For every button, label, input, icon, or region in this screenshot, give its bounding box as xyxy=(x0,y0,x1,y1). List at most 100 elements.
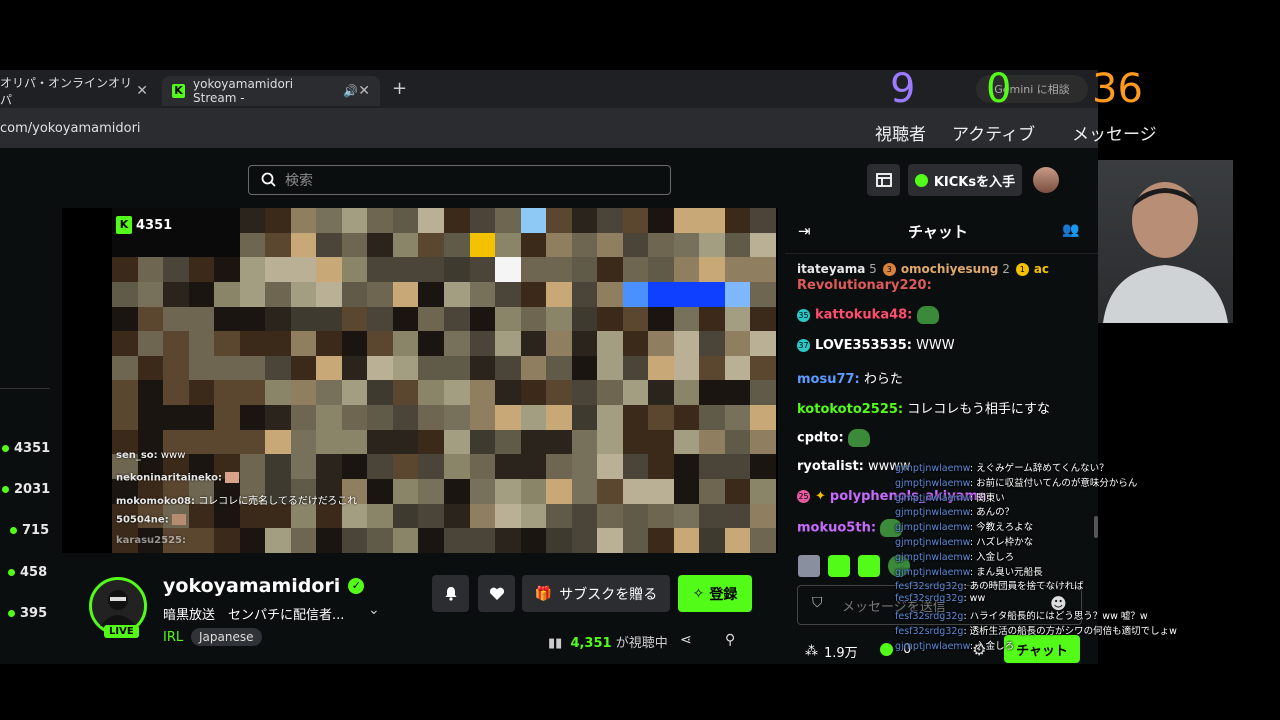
webcam-person-image xyxy=(1103,182,1228,323)
speaker-icon[interactable]: 🔊 xyxy=(343,84,358,98)
emote-icon[interactable] xyxy=(828,555,850,577)
mosaic-pixel xyxy=(724,528,751,553)
chat-message: Revolutionary220: xyxy=(797,278,932,292)
stat-active-value: 0 xyxy=(986,66,1012,112)
get-kicks-label: KICKsを入手 xyxy=(933,174,1016,190)
streamer-name[interactable]: yokoyamamidori ✓ xyxy=(163,575,365,597)
sidebar-viewer-count[interactable]: 4351 xyxy=(2,441,50,456)
mosaic-pixel xyxy=(265,208,291,233)
mosaic-pixel xyxy=(163,232,189,258)
collapse-chat-icon[interactable]: ⇥ xyxy=(798,222,811,240)
mosaic-pixel xyxy=(469,380,496,406)
close-icon[interactable]: ✕ xyxy=(358,83,370,99)
mosaic-pixel xyxy=(673,208,700,233)
share-icon[interactable]: ⋖ xyxy=(680,632,692,648)
mosaic-pixel xyxy=(188,281,215,307)
follow-button[interactable] xyxy=(478,575,515,612)
mosaic-pixel xyxy=(622,380,649,406)
stat-viewers-label: 視聴者 xyxy=(875,125,926,145)
chat-username[interactable]: ryotalist: xyxy=(797,459,864,474)
overlay-comment-user: gjmptjnwlaemw xyxy=(895,537,970,548)
chat-scrollbar[interactable] xyxy=(1094,516,1098,538)
chat-title: チャット xyxy=(908,223,968,241)
mosaic-pixel xyxy=(137,306,164,332)
mosaic-pixel xyxy=(341,331,368,356)
webcam-feed xyxy=(1098,160,1233,323)
mosaic-pixel xyxy=(367,281,393,307)
mosaic-pixel xyxy=(622,257,649,282)
chevron-down-icon[interactable]: ⌄ xyxy=(368,602,380,618)
close-icon[interactable]: ✕ xyxy=(136,83,148,99)
mosaic-pixel xyxy=(699,405,725,430)
mosaic-pixel xyxy=(520,208,547,233)
mosaic-pixel xyxy=(112,355,138,381)
mosaic-pixel xyxy=(418,405,444,430)
mosaic-pixel xyxy=(392,257,419,282)
sidebar-viewer-count[interactable]: 395 xyxy=(8,606,47,621)
mosaic-pixel xyxy=(520,281,547,307)
send-chat-button[interactable]: チャット xyxy=(1004,635,1080,663)
live-dot-icon xyxy=(2,486,9,493)
notification-button[interactable] xyxy=(432,575,469,612)
mosaic-pixel xyxy=(622,454,649,480)
mosaic-pixel xyxy=(750,405,776,430)
url-text[interactable]: com/yokoyamamidori xyxy=(0,121,141,136)
mosaic-pixel xyxy=(418,281,444,307)
mosaic-pixel xyxy=(673,355,700,381)
mosaic-pixel xyxy=(418,355,444,381)
mosaic-pixel xyxy=(316,380,342,406)
stream-category[interactable]: IRL xyxy=(163,630,183,645)
mosaic-pixel xyxy=(265,257,291,282)
overlay-comment: gjmptjnwlaemw: 今教えろよな xyxy=(895,519,1033,533)
mosaic-pixel xyxy=(367,232,393,258)
search-input[interactable]: 検索 xyxy=(248,165,671,195)
mosaic-pixel xyxy=(724,257,751,282)
sidebar-viewer-count[interactable]: 715 xyxy=(10,523,49,538)
mosaic-pixel xyxy=(724,232,751,258)
sidebar-viewer-count[interactable]: 458 xyxy=(8,565,47,580)
sidebar-viewer-count[interactable]: 2031 xyxy=(2,482,50,497)
mosaic-pixel xyxy=(520,429,547,455)
browser-tab-kick[interactable]: K yokoyamamidori Stream - 🔊 ✕ xyxy=(162,76,380,106)
new-tab-button[interactable]: + xyxy=(392,78,407,99)
chat-username[interactable]: cpdto: xyxy=(797,431,844,446)
mosaic-pixel xyxy=(239,331,266,356)
emote-icon[interactable] xyxy=(798,555,820,577)
emote-icon[interactable] xyxy=(858,555,880,577)
mosaic-pixel xyxy=(495,405,521,430)
mosaic-pixel xyxy=(163,405,189,430)
mosaic-pixel xyxy=(444,503,470,529)
chat-username[interactable]: kotokoto2525: xyxy=(797,402,903,417)
browser-tab-oripa[interactable]: オリパ・オンラインオリパ ✕ xyxy=(0,76,158,107)
chat-username[interactable]: mokuo5th: xyxy=(797,521,876,536)
chat-message: ryotalist: wwww xyxy=(797,459,911,474)
chat-username[interactable]: Revolutionary220: xyxy=(797,278,932,292)
mosaic-pixel xyxy=(392,380,419,406)
overlay-comment: gjmptjnwlaemw: 入金しろ xyxy=(895,638,1014,652)
mosaic-pixel xyxy=(469,429,496,455)
mosaic-pixel xyxy=(469,479,496,504)
mosaic-pixel xyxy=(392,454,419,480)
video-chat-line: nekoninaritaineko: xyxy=(116,472,240,484)
get-kicks-button[interactable]: KICKsを入手 xyxy=(908,164,1022,196)
subscribe-button[interactable]: ✧ 登録 xyxy=(678,575,752,612)
chat-username[interactable]: LOVE353535: xyxy=(815,338,912,353)
viewer-count: 4,351 xyxy=(570,636,612,651)
chat-username[interactable]: mosu77: xyxy=(797,372,860,387)
user-avatar[interactable] xyxy=(1033,167,1059,193)
users-icon[interactable]: 👥 xyxy=(1062,222,1079,238)
overlay-comment-text: : ハライタ船長的にはどう思う？ww 嘘？w xyxy=(963,611,1148,622)
mosaic-pixel xyxy=(699,503,725,529)
mosaic-pixel xyxy=(571,454,598,480)
mosaic-pixel xyxy=(750,281,776,307)
mosaic-pixel xyxy=(699,281,725,307)
chat-username[interactable]: kattokuka48: xyxy=(815,308,912,323)
mosaic-pixel xyxy=(290,306,317,332)
stream-tag[interactable]: Japanese xyxy=(191,628,262,646)
gifter-entry[interactable]: 1 ac xyxy=(1015,262,1049,282)
mosaic-pixel xyxy=(367,528,393,553)
mosaic-pixel xyxy=(571,257,598,282)
clip-icon[interactable]: ⚲ xyxy=(725,632,735,648)
gift-sub-button[interactable]: 🎁 サブスクを贈る xyxy=(522,575,670,612)
layout-button[interactable] xyxy=(867,164,900,196)
